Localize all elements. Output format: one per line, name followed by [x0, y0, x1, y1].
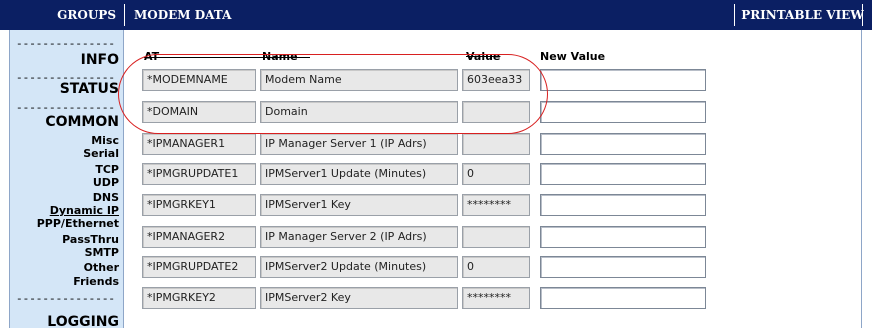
- sidebar-section-info[interactable]: INFO: [81, 52, 119, 68]
- header-divider: [862, 4, 863, 26]
- new-value-input[interactable]: [540, 69, 706, 91]
- column-header-value: Value: [466, 50, 501, 63]
- sidebar-item-passthru[interactable]: PassThru: [62, 233, 119, 246]
- current-value-cell: 0: [462, 256, 530, 278]
- new-value-input[interactable]: [540, 256, 706, 278]
- sidebar-item-other[interactable]: Other: [84, 261, 119, 274]
- groups-sidebar: --------------- INFO --------------- STA…: [10, 30, 124, 330]
- sidebar-item-tcp[interactable]: TCP: [95, 163, 119, 176]
- at-command-cell: *IPMGRKEY2: [142, 287, 256, 309]
- at-command-cell: *DOMAIN: [142, 101, 256, 123]
- setting-name-cell: IP Manager Server 1 (IP Adrs): [260, 133, 458, 155]
- sidebar-item-serial[interactable]: Serial: [83, 147, 119, 160]
- sidebar-divider: ---------------: [16, 104, 116, 114]
- setting-name-cell: IPMServer1 Key: [260, 194, 458, 216]
- at-command-cell: *IPMGRKEY1: [142, 194, 256, 216]
- sidebar-divider: ---------------: [16, 40, 116, 50]
- sidebar-section-common[interactable]: COMMON: [45, 114, 119, 130]
- printable-view-link[interactable]: PRINTABLE VIEW: [740, 0, 865, 30]
- current-value-cell: [462, 226, 530, 248]
- setting-name-cell: IPMServer2 Update (Minutes): [260, 256, 458, 278]
- setting-name-cell: IP Manager Server 2 (IP Adrs): [260, 226, 458, 248]
- at-command-cell: *IPMGRUPDATE1: [142, 163, 256, 185]
- column-header-strike: [262, 57, 310, 58]
- modem-data-header: MODEM DATA: [134, 8, 232, 22]
- new-value-input[interactable]: [540, 163, 706, 185]
- sidebar-item-udp[interactable]: UDP: [93, 176, 119, 189]
- sidebar-item-dynamic-ip[interactable]: Dynamic IP: [50, 204, 119, 217]
- sidebar-divider: ---------------: [16, 295, 116, 305]
- sidebar-item-dns[interactable]: DNS: [93, 191, 119, 204]
- header-divider: [124, 4, 125, 26]
- current-value-cell: 0: [462, 163, 530, 185]
- new-value-input[interactable]: [540, 133, 706, 155]
- sidebar-item-misc[interactable]: Misc: [91, 134, 119, 147]
- sidebar-item-friends[interactable]: Friends: [73, 275, 119, 288]
- sidebar-item-ppp-ethernet[interactable]: PPP/Ethernet: [37, 217, 119, 230]
- at-command-cell: *IPMGRUPDATE2: [142, 256, 256, 278]
- panel-right-border: [861, 30, 862, 328]
- groups-header: GROUPS: [57, 8, 116, 22]
- new-value-input[interactable]: [540, 287, 706, 309]
- current-value-cell: ********: [462, 287, 530, 309]
- header-bar: GROUPS MODEM DATA PRINTABLE VIEW: [0, 0, 872, 30]
- setting-name-cell: Domain: [260, 101, 458, 123]
- current-value-cell: [462, 101, 530, 123]
- at-command-cell: *MODEMNAME: [142, 69, 256, 91]
- current-value-cell: 603eea33: [462, 69, 530, 91]
- header-divider: [734, 4, 735, 26]
- new-value-input[interactable]: [540, 101, 706, 123]
- sidebar-item-smtp[interactable]: SMTP: [85, 246, 119, 259]
- new-value-input[interactable]: [540, 194, 706, 216]
- setting-name-cell: Modem Name: [260, 69, 458, 91]
- sidebar-section-status[interactable]: STATUS: [60, 81, 119, 97]
- at-command-cell: *IPMANAGER1: [142, 133, 256, 155]
- column-header-strike: [144, 57, 262, 58]
- new-value-input[interactable]: [540, 226, 706, 248]
- column-header-new-value: New Value: [540, 50, 606, 63]
- at-command-cell: *IPMANAGER2: [142, 226, 256, 248]
- current-value-cell: ********: [462, 194, 530, 216]
- setting-name-cell: IPMServer1 Update (Minutes): [260, 163, 458, 185]
- setting-name-cell: IPMServer2 Key: [260, 287, 458, 309]
- current-value-cell: [462, 133, 530, 155]
